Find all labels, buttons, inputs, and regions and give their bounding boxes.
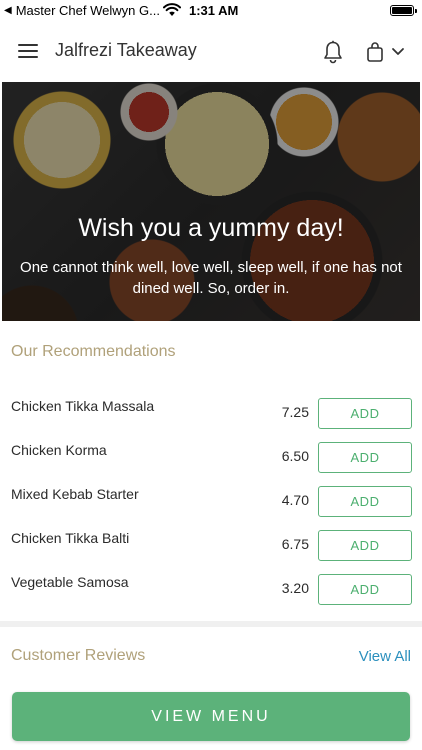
- status-bar: ◀ Master Chef Welwyn G... 1:31 AM: [0, 0, 422, 22]
- item-price: 4.70: [281, 492, 309, 508]
- bag-icon: [367, 42, 383, 62]
- item-name: Mixed Kebab Starter: [11, 486, 139, 502]
- add-button[interactable]: ADD: [318, 486, 412, 517]
- chevron-down-icon: [392, 48, 404, 55]
- status-carrier: Master Chef Welwyn G...: [15, 3, 160, 18]
- menu-icon[interactable]: [18, 44, 38, 58]
- item-name: Chicken Tikka Massala: [11, 398, 155, 414]
- add-button[interactable]: ADD: [318, 398, 412, 429]
- add-button[interactable]: ADD: [318, 574, 412, 605]
- add-button[interactable]: ADD: [318, 442, 412, 473]
- back-arrow-icon[interactable]: ◀: [4, 5, 12, 16]
- page-title: Jalfrezi Takeaway: [55, 40, 197, 60]
- app-header: Jalfrezi Takeaway: [0, 22, 422, 80]
- recommendation-item: Chicken Korma 6.50 ADD: [0, 442, 422, 486]
- hero-subtitle: One cannot think well, love well, sleep …: [20, 259, 402, 297]
- item-name: Chicken Korma: [11, 442, 107, 458]
- bell-icon[interactable]: [322, 40, 344, 64]
- item-name: Chicken Tikka Balti: [11, 530, 130, 546]
- item-price: 7.25: [281, 404, 309, 420]
- cart-button[interactable]: [366, 40, 406, 64]
- battery-icon: [390, 5, 417, 16]
- item-price: 6.75: [281, 536, 309, 552]
- wifi-icon: [163, 3, 181, 16]
- recommendation-item: Vegetable Samosa 3.20 ADD: [0, 574, 422, 618]
- status-time: 1:31 AM: [189, 3, 239, 18]
- recommendations-title: Our Recommendations: [11, 343, 176, 360]
- item-name: Vegetable Samosa: [11, 574, 129, 590]
- reviews-title: Customer Reviews: [11, 647, 146, 664]
- status-left[interactable]: ◀ Master Chef Welwyn G...: [4, 3, 160, 18]
- section-divider: [0, 621, 422, 627]
- add-button[interactable]: ADD: [318, 530, 412, 561]
- item-price: 3.20: [281, 580, 309, 596]
- recommendation-item: Chicken Tikka Balti 6.75 ADD: [0, 530, 422, 574]
- recommendation-item: Mixed Kebab Starter 4.70 ADD: [0, 486, 422, 530]
- view-all-link[interactable]: View All: [359, 648, 411, 665]
- hero-banner: Wish you a yummy day! One cannot think w…: [2, 82, 420, 321]
- view-menu-button[interactable]: VIEW MENU: [12, 692, 410, 741]
- item-price: 6.50: [281, 448, 309, 464]
- recommendation-item: Chicken Tikka Massala 7.25 ADD: [0, 398, 422, 442]
- hero-title: Wish you a yummy day!: [78, 214, 344, 242]
